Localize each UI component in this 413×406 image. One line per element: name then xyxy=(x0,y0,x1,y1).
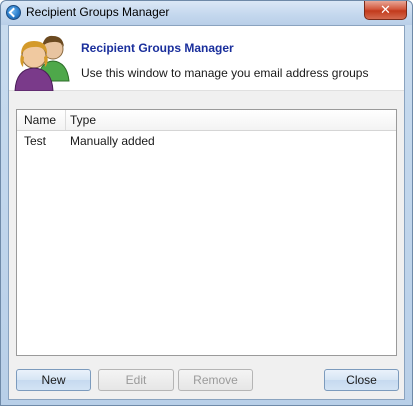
title-bar[interactable]: Recipient Groups Manager ✕ xyxy=(1,1,412,25)
window-title: Recipient Groups Manager xyxy=(26,5,170,19)
header-panel: Recipient Groups Manager Use this window… xyxy=(9,26,404,92)
dialog-window: Recipient Groups Manager ✕ Recipient Gro… xyxy=(0,0,413,406)
list-item-name: Test xyxy=(24,134,47,148)
people-group-icon xyxy=(14,35,70,92)
dialog-content: Recipient Groups Manager Use this window… xyxy=(8,25,405,400)
list-header: Name Type xyxy=(17,110,396,131)
list-item[interactable]: Test Manually added xyxy=(17,132,396,150)
new-button[interactable]: New xyxy=(16,369,91,391)
remove-button[interactable]: Remove xyxy=(178,369,253,391)
column-header-name[interactable]: Name xyxy=(24,113,56,127)
groups-list[interactable]: Name Type Test Manually added xyxy=(16,109,397,356)
header-title: Recipient Groups Manager xyxy=(81,41,234,55)
body-panel: Name Type Test Manually added New Edit R… xyxy=(9,91,404,399)
column-separator[interactable] xyxy=(65,110,66,130)
close-button[interactable]: Close xyxy=(324,369,399,391)
close-icon[interactable]: ✕ xyxy=(364,1,407,20)
header-subtitle: Use this window to manage you email addr… xyxy=(81,66,369,80)
list-item-type: Manually added xyxy=(70,134,155,148)
column-header-type[interactable]: Type xyxy=(70,113,96,127)
app-icon xyxy=(6,5,21,20)
edit-button[interactable]: Edit xyxy=(98,369,174,391)
